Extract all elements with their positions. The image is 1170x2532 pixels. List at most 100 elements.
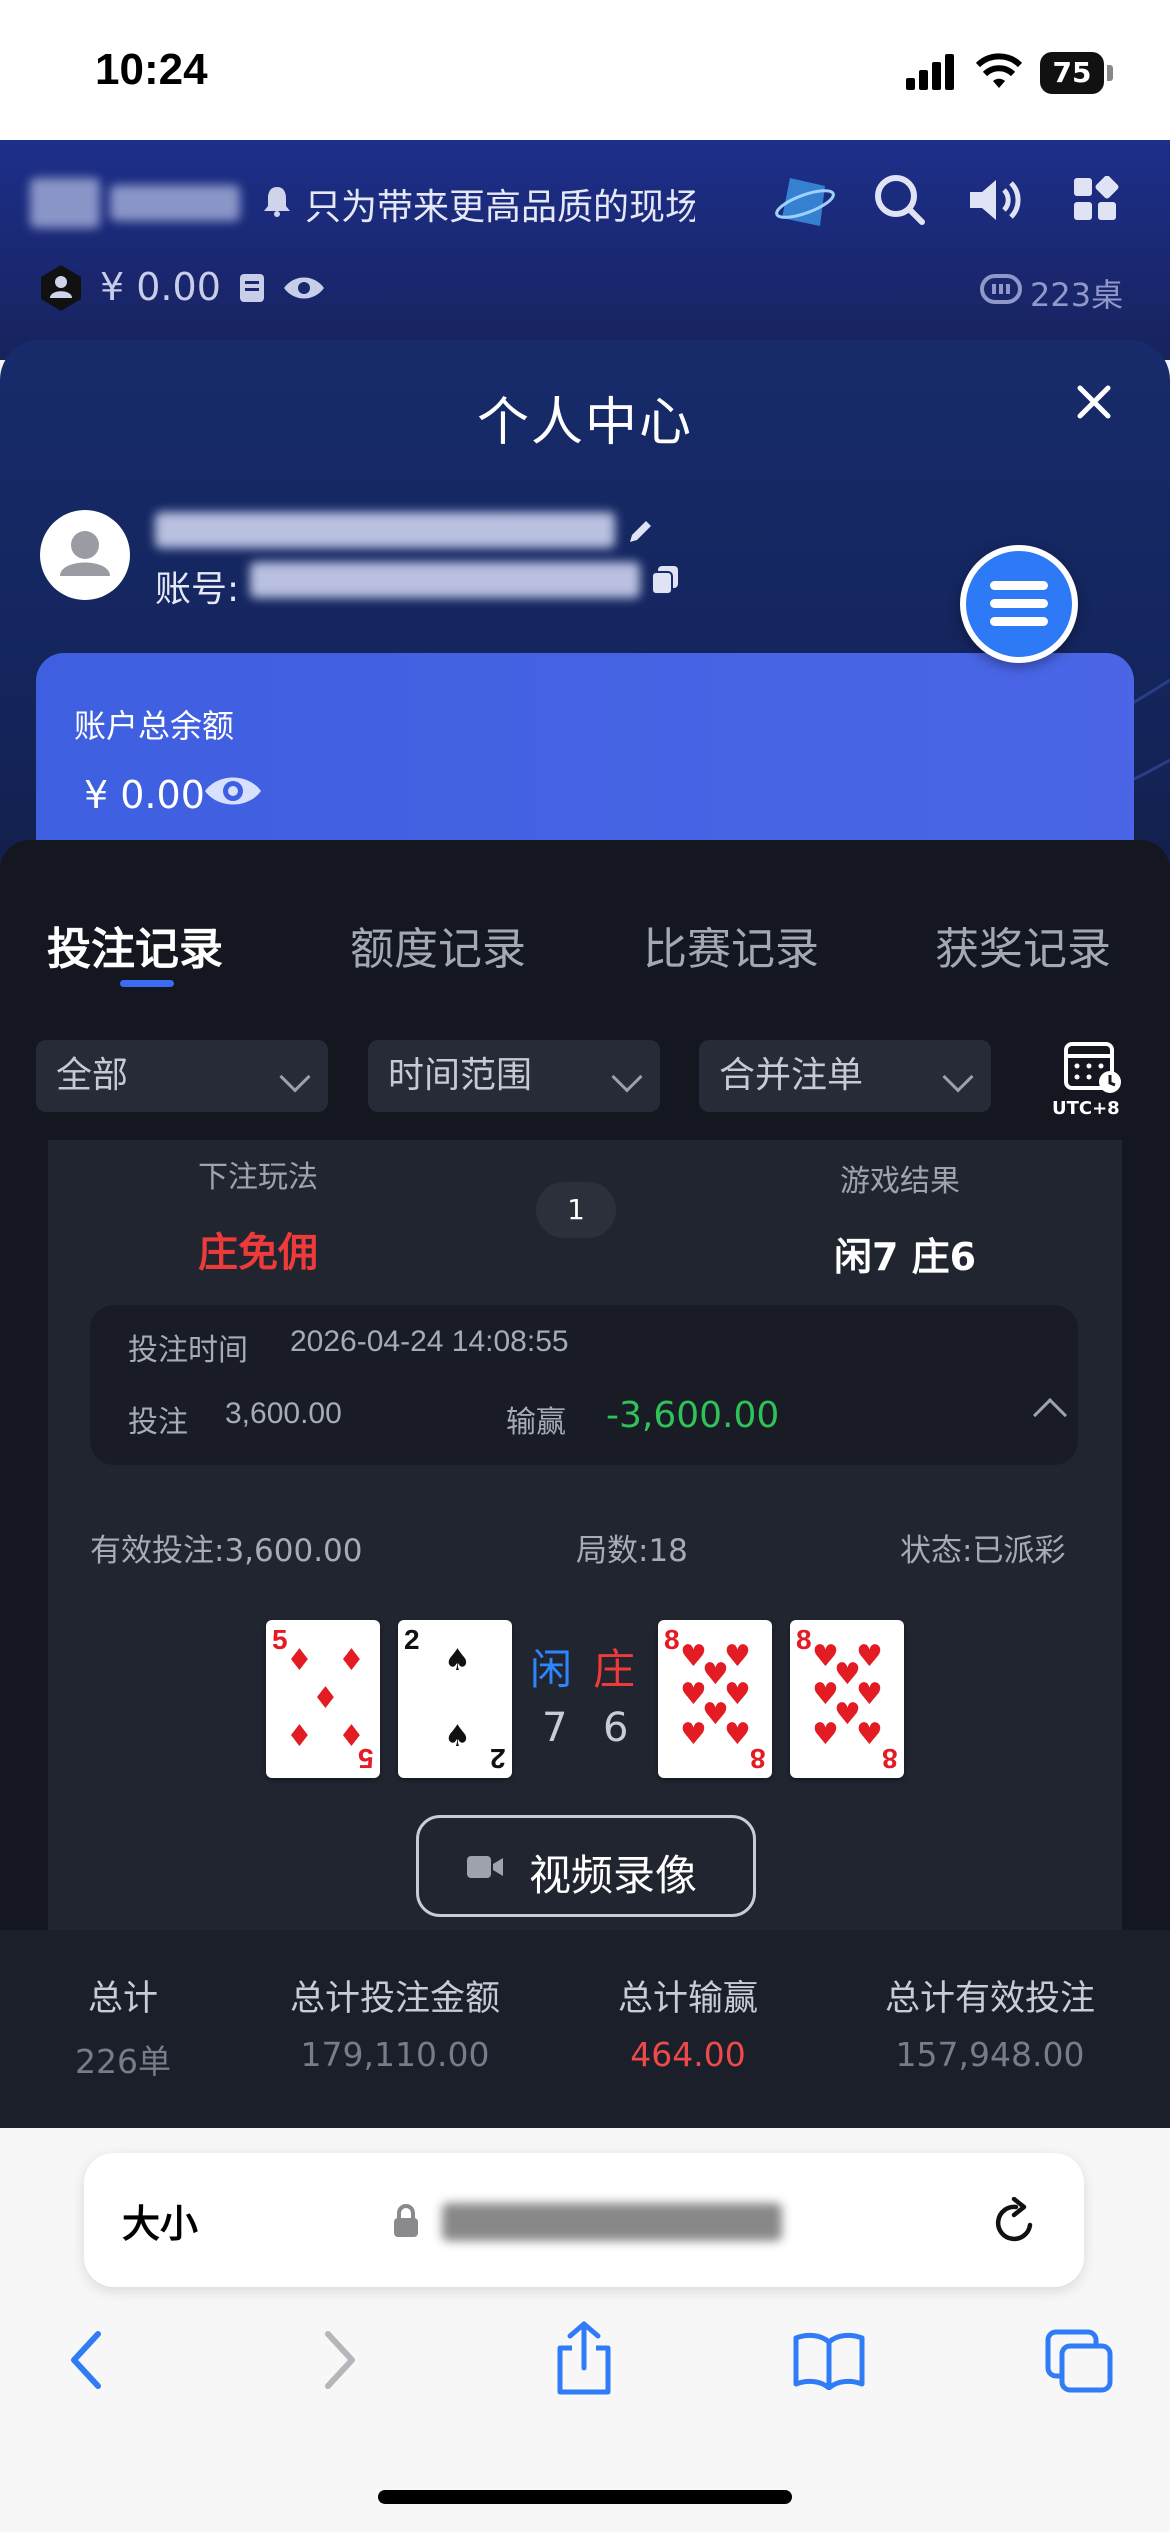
bet-play-value: 庄免佣 bbox=[198, 1230, 318, 1276]
app-header: 只为带来更高品质的现场 ¥ 0.00 223桌 bbox=[0, 140, 1170, 360]
app-logo bbox=[30, 178, 100, 228]
calendar-clock-icon[interactable] bbox=[1064, 1040, 1124, 1094]
announcement-marquee[interactable]: 只为带来更高品质的现场 bbox=[305, 178, 695, 230]
copy-icon[interactable] bbox=[650, 564, 680, 596]
bet-amount-value: 3,600.00 bbox=[225, 1397, 342, 1430]
bet-time-value: 2026-04-24 14:08:55 bbox=[290, 1325, 569, 1358]
account-id-blurred bbox=[250, 562, 640, 598]
tabs-icon[interactable] bbox=[1044, 2328, 1114, 2394]
home-indicator bbox=[378, 2490, 792, 2504]
back-icon[interactable] bbox=[66, 2328, 106, 2392]
chevron-down-icon bbox=[611, 1061, 643, 1093]
player-label: 闲 bbox=[530, 1645, 573, 1694]
share-icon[interactable] bbox=[552, 2320, 616, 2396]
totals-bar: 总计 总计投注金额 总计输赢 总计有效投注 226单 179,110.00 46… bbox=[0, 1930, 1170, 2130]
nickname-blurred bbox=[155, 512, 615, 548]
heart-icon: ♥ bbox=[680, 1717, 707, 1752]
avatar[interactable] bbox=[40, 510, 130, 600]
tab-bet-records[interactable]: 投注记录 bbox=[47, 913, 223, 977]
tab-indicator bbox=[120, 980, 174, 987]
diamond-icon: ♦ bbox=[312, 1681, 339, 1716]
chevron-up-icon[interactable] bbox=[1033, 1398, 1067, 1432]
chevron-down-icon bbox=[279, 1061, 311, 1093]
battery-nub bbox=[1107, 65, 1113, 81]
address-bar[interactable]: 大小 bbox=[84, 2153, 1084, 2287]
total-valid-bet-label: 总计有效投注 bbox=[884, 1979, 1095, 2019]
account-label: 账号: bbox=[155, 569, 240, 610]
battery-level: 75 bbox=[1052, 56, 1092, 89]
player-points: 7 bbox=[542, 1705, 568, 1751]
eye-icon[interactable] bbox=[202, 771, 264, 811]
balance-label: 账户总余额 bbox=[74, 707, 235, 745]
spade-icon: ♠ bbox=[444, 1719, 471, 1754]
diamond-icon: ♦ bbox=[338, 1643, 365, 1678]
text-size-button[interactable]: 大小 bbox=[122, 2193, 198, 2248]
wallet-icon[interactable] bbox=[238, 272, 266, 304]
cellular-signal-icon bbox=[906, 52, 956, 90]
winloss-label: 输赢 bbox=[506, 1405, 566, 1440]
table-icon bbox=[980, 274, 1022, 304]
card-rank: 8 bbox=[796, 1624, 812, 1655]
user-icon bbox=[60, 531, 110, 576]
merge-bets-value: 合并注单 bbox=[719, 1055, 864, 1096]
battery-icon: 75 bbox=[1040, 52, 1104, 94]
player-card-1: 5 ♦ ♦ ♦ ♦ ♦ 5 bbox=[266, 1620, 380, 1778]
bet-detail-panel[interactable]: 投注时间 2026-04-24 14:08:55 投注 3,600.00 输赢 … bbox=[90, 1305, 1078, 1465]
total-winloss-value: 464.00 bbox=[630, 2035, 746, 2074]
game-type-select[interactable]: 全部 bbox=[36, 1040, 328, 1112]
reload-icon[interactable] bbox=[990, 2197, 1040, 2247]
close-icon[interactable] bbox=[1070, 378, 1118, 426]
payout-status: 状态:已派彩 bbox=[900, 1533, 1066, 1569]
merge-bets-select[interactable]: 合并注单 bbox=[699, 1040, 991, 1112]
floating-menu-button[interactable] bbox=[960, 545, 1078, 663]
bet-record-card: 下注玩法 1 游戏结果 庄免佣 闲7 庄6 投注时间 2026-04-24 14… bbox=[48, 1140, 1122, 1930]
bookmarks-icon[interactable] bbox=[792, 2330, 866, 2390]
video-replay-button[interactable]: 视频录像 bbox=[416, 1815, 756, 1917]
planet-icon[interactable] bbox=[770, 168, 840, 238]
card-rank: 2 bbox=[490, 1743, 506, 1774]
header-balance: ¥ 0.00 bbox=[100, 265, 221, 309]
total-winloss-label: 总计输赢 bbox=[617, 1979, 758, 2019]
player-card-2: 2 ♠ ♠ 2 bbox=[398, 1620, 512, 1778]
card-rank: 8 bbox=[664, 1624, 680, 1655]
tab-match-records[interactable]: 比赛记录 bbox=[643, 913, 819, 977]
card-rank: 5 bbox=[358, 1743, 374, 1774]
tab-prize-records[interactable]: 获奖记录 bbox=[935, 913, 1111, 977]
card-rank: 8 bbox=[882, 1743, 898, 1774]
heart-icon: ♥ bbox=[724, 1717, 751, 1752]
bet-amount-label: 投注 bbox=[128, 1405, 188, 1440]
bet-time-label: 投注时间 bbox=[128, 1333, 248, 1368]
browser-toolbar: 大小 bbox=[0, 2128, 1170, 2532]
tab-credit-records[interactable]: 额度记录 bbox=[350, 913, 526, 977]
round-badge: 1 bbox=[536, 1182, 616, 1238]
game-result-value: 闲7 庄6 bbox=[834, 1235, 977, 1279]
diamond-icon: ♦ bbox=[286, 1719, 313, 1754]
status-bar: 10:24 75 bbox=[0, 0, 1170, 140]
edit-icon[interactable] bbox=[626, 516, 656, 546]
total-count-value: 226单 bbox=[75, 2042, 171, 2081]
banker-points: 6 bbox=[603, 1705, 629, 1751]
heart-icon: ♥ bbox=[856, 1717, 883, 1752]
banker-label: 庄 bbox=[593, 1645, 636, 1694]
speaker-icon[interactable] bbox=[966, 174, 1026, 226]
search-icon[interactable] bbox=[872, 172, 928, 228]
modal-title: 个人中心 bbox=[476, 393, 693, 453]
status-time: 10:24 bbox=[95, 45, 208, 94]
lock-icon bbox=[394, 2204, 418, 2237]
chevron-down-icon bbox=[942, 1061, 974, 1093]
time-range-select[interactable]: 时间范围 bbox=[368, 1040, 660, 1112]
url-blurred bbox=[442, 2203, 782, 2241]
total-bet-amount-label: 总计投注金额 bbox=[289, 1979, 500, 2019]
heart-icon: ♥ bbox=[812, 1717, 839, 1752]
game-result-label: 游戏结果 bbox=[840, 1164, 960, 1199]
total-bet-amount-value: 179,110.00 bbox=[300, 2035, 490, 2074]
video-camera-icon bbox=[467, 1856, 503, 1878]
spade-icon: ♠ bbox=[444, 1643, 471, 1678]
card-rank: 8 bbox=[750, 1743, 766, 1774]
grid-menu-icon[interactable] bbox=[1072, 176, 1120, 224]
user-badge-icon bbox=[41, 265, 81, 311]
winloss-value: -3,600.00 bbox=[606, 1395, 780, 1436]
eye-icon[interactable] bbox=[282, 274, 326, 302]
banker-card-1: 8 ♥ ♥ ♥ ♥ ♥ ♥ ♥ ♥ 8 bbox=[658, 1620, 772, 1778]
forward-icon[interactable] bbox=[320, 2328, 360, 2392]
